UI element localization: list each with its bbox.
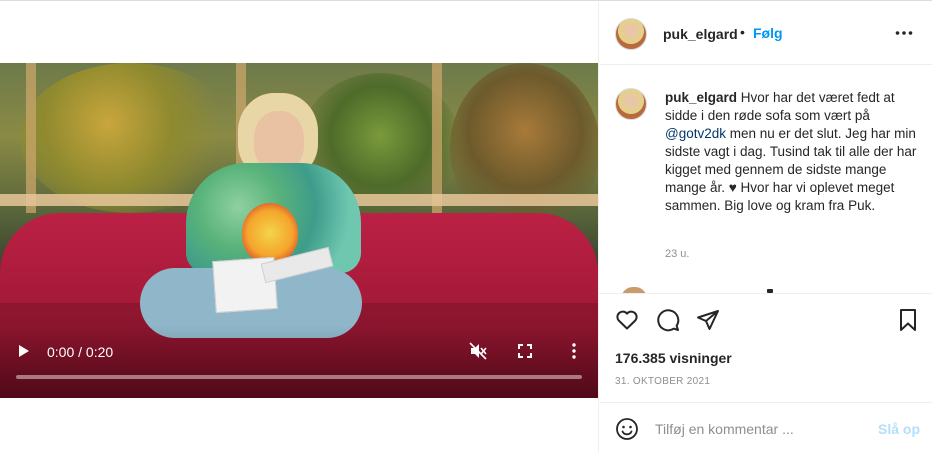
comments-section: puk_elgard Hvor har det været fedt at si… <box>599 65 932 293</box>
play-icon[interactable] <box>18 344 30 358</box>
avatar[interactable] <box>615 18 647 50</box>
post-date[interactable]: 31. OKTOBER 2021 <box>615 376 710 387</box>
muted-speaker-icon[interactable] <box>469 342 487 360</box>
window-frame <box>26 63 36 213</box>
caption-time-ago: 23 u. <box>665 248 690 260</box>
instagram-post-view: 0:00 / 0:20 puk_elgard • Følg puk_elgard… <box>0 0 932 452</box>
bookmark-icon[interactable] <box>896 308 920 332</box>
post-caption: puk_elgard Hvor har det været fedt at si… <box>665 89 917 215</box>
caption-username[interactable]: puk_elgard <box>665 90 737 105</box>
video-progress-bar[interactable] <box>16 375 582 379</box>
comment-input[interactable] <box>655 417 865 441</box>
video-frame-trees <box>450 63 598 233</box>
avatar[interactable] <box>615 88 647 120</box>
media-area: 0:00 / 0:20 <box>0 2 598 452</box>
paper-plane-icon[interactable] <box>696 308 720 332</box>
video-time: 0:00 / 0:20 <box>47 344 114 360</box>
view-count[interactable]: 176.385 visninger <box>615 350 732 366</box>
add-comment-bar: Slå op <box>599 402 932 452</box>
fullscreen-icon[interactable] <box>518 344 532 358</box>
video-player[interactable]: 0:00 / 0:20 <box>0 63 598 398</box>
comment-bubble-icon[interactable] <box>656 308 680 332</box>
window-frame <box>432 63 442 213</box>
post-side-panel: puk_elgard • Følg puk_elgard Hvor har de… <box>598 2 932 452</box>
heart-icon[interactable] <box>615 308 639 332</box>
hoodie-print <box>242 203 298 263</box>
more-vertical-icon[interactable] <box>571 343 577 359</box>
post-header: puk_elgard • Følg <box>599 2 932 65</box>
post-comment-button[interactable]: Slå op <box>878 421 920 437</box>
emoji-smiley-icon[interactable] <box>615 417 639 441</box>
follow-button[interactable]: Følg <box>753 25 783 41</box>
header-username[interactable]: puk_elgard <box>663 26 738 42</box>
caption-mention-link[interactable]: @gotv2dk <box>665 126 726 141</box>
separator-dot: • <box>740 24 745 40</box>
more-horizontal-icon[interactable] <box>895 30 913 36</box>
video-controls-overlay <box>0 325 598 398</box>
